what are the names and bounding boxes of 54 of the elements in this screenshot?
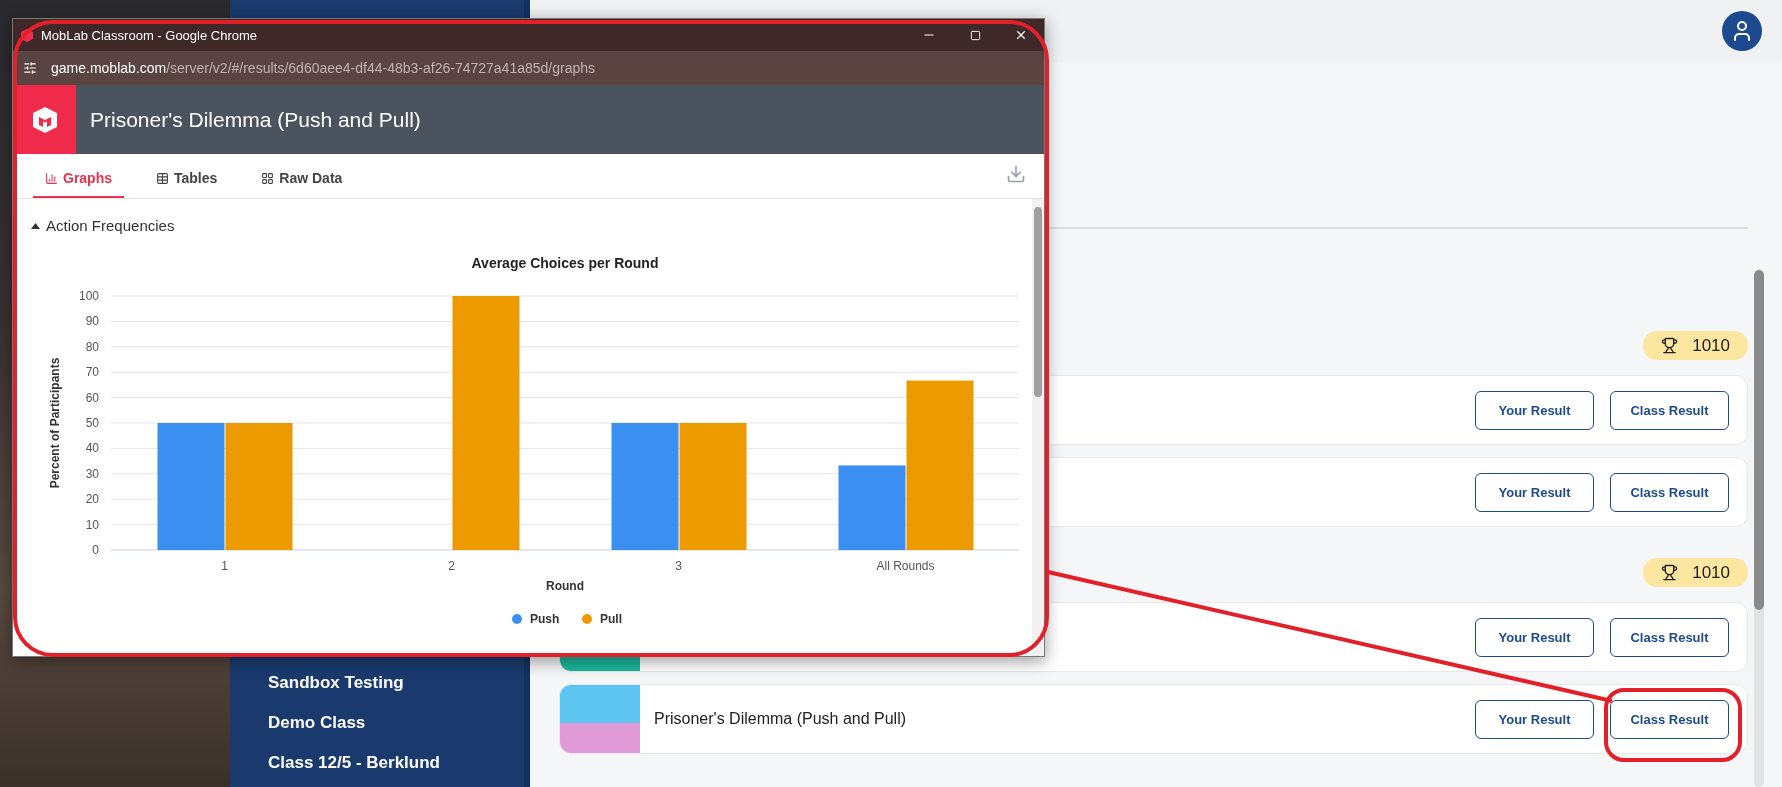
- download-icon[interactable]: [1006, 164, 1026, 184]
- scrollbar[interactable]: [1754, 270, 1764, 787]
- y-tick-label: 40: [85, 441, 99, 456]
- chart-title: Average Choices per Round: [471, 255, 659, 271]
- y-tick-label: 100: [78, 289, 99, 303]
- x-axis-title: Round: [546, 579, 584, 593]
- x-tick-label: 3: [675, 559, 682, 573]
- y-tick-label: 60: [85, 390, 99, 405]
- maximize-icon: [969, 29, 981, 41]
- y-tick-label: 90: [85, 314, 99, 329]
- result-button[interactable]: Your Result: [1475, 390, 1594, 430]
- y-tick-label: 50: [85, 416, 99, 430]
- result-button[interactable]: Your Result: [1475, 472, 1594, 512]
- tab[interactable]: Raw Data: [249, 160, 355, 198]
- caret-icon: [31, 222, 40, 229]
- user-avatar-icon[interactable]: [1722, 11, 1762, 51]
- y-tick-label: 30: [85, 466, 99, 481]
- y-tick-label: 80: [85, 339, 99, 354]
- y-tick-label: 70: [85, 365, 99, 380]
- window-title: MobLab Classroom - Google Chrome: [41, 27, 259, 43]
- trophy-icon: [1661, 564, 1679, 581]
- sidebar-item[interactable]: Class 12/5 - Berklund: [268, 753, 524, 775]
- close-icon: [1014, 28, 1028, 42]
- result-button[interactable]: Class Result: [1610, 617, 1729, 657]
- table-icon: [156, 171, 169, 185]
- legend-label: Push: [530, 612, 560, 626]
- score-value: 1010: [1692, 335, 1730, 356]
- y-axis-title: Percent of Participants: [48, 357, 62, 489]
- result-button[interactable]: Class Result: [1610, 472, 1729, 512]
- site-info-icon[interactable]: [23, 61, 37, 75]
- game-title: Prisoner's Dilemma (Push and Pull): [654, 710, 908, 728]
- legend-label: Pull: [600, 612, 622, 626]
- result-button[interactable]: Your Result: [1475, 699, 1594, 739]
- x-tick-label: 2: [448, 559, 455, 573]
- sidebar-item[interactable]: Sandbox Testing: [268, 673, 524, 695]
- result-button[interactable]: Your Result: [1475, 617, 1594, 657]
- result-button[interactable]: Class Result: [1610, 390, 1729, 430]
- sidebar-item[interactable]: Demo Class: [268, 713, 524, 735]
- tab[interactable]: Graphs: [33, 160, 124, 198]
- y-tick-label: 10: [85, 517, 99, 532]
- score-value: 1010: [1692, 562, 1730, 583]
- grid-icon: [261, 171, 275, 185]
- scrollbar[interactable]: [1032, 199, 1044, 656]
- trophy-icon: [1661, 337, 1679, 354]
- app-title: Prisoner's Dilemma (Push and Pull): [90, 107, 421, 132]
- chart-icon: [45, 171, 58, 185]
- x-tick-label: 1: [221, 559, 228, 573]
- tab[interactable]: Tables: [144, 160, 230, 198]
- result-button[interactable]: Class Result: [1610, 699, 1729, 739]
- section-toggle[interactable]: Action Frequencies: [31, 217, 1032, 234]
- app-logo-icon: [19, 27, 35, 43]
- x-tick-label: All Rounds: [876, 559, 935, 573]
- y-tick-label: 0: [92, 543, 99, 557]
- y-tick-label: 20: [85, 492, 99, 507]
